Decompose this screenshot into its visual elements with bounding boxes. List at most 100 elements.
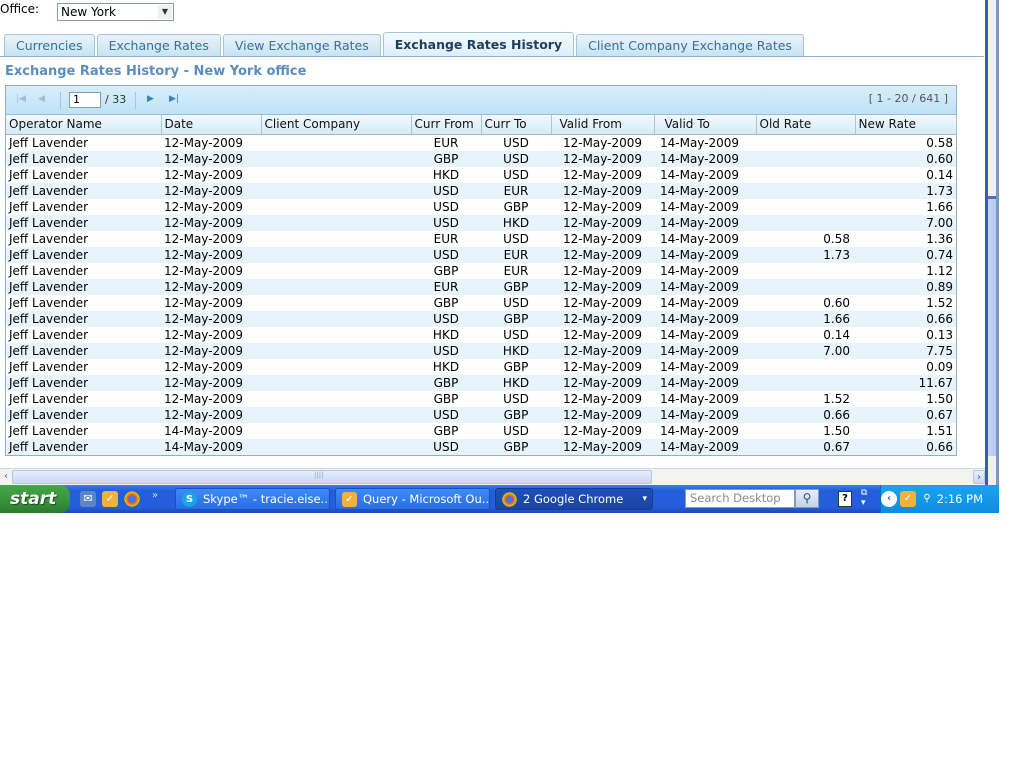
cell-date: 12-May-2009 bbox=[161, 214, 261, 231]
taskbar-button-chrome[interactable]: 2 Google Chrome ▾ bbox=[495, 488, 653, 510]
cell-date: 12-May-2009 bbox=[161, 182, 261, 199]
cell-valid-to: 14-May-2009 bbox=[654, 150, 756, 167]
vertical-scrollbar[interactable] bbox=[985, 0, 999, 485]
search-icon[interactable]: ⚲ bbox=[795, 489, 819, 508]
outlook-express-icon[interactable]: ✉ bbox=[80, 491, 96, 507]
table-row[interactable]: Jeff Lavender 12-May-2009 EUR USD 12-May-200… bbox=[6, 134, 956, 151]
tab-view-exchange-rates[interactable]: View Exchange Rates bbox=[222, 34, 381, 56]
prev-page-icon[interactable]: ◀ bbox=[38, 94, 45, 104]
cell-new-rate: 0.14 bbox=[926, 167, 953, 182]
table-row[interactable]: Jeff Lavender 14-May-2009 GBP USD 12-May-200… bbox=[6, 423, 956, 439]
table-row[interactable]: Jeff Lavender 12-May-2009 GBP USD 12-May-200… bbox=[6, 391, 956, 407]
header-row: Operator Name Date Client Company Curr F… bbox=[6, 115, 957, 135]
tab-bar: Currencies Exchange Rates View Exchange … bbox=[4, 32, 806, 57]
cell-curr-to: USD bbox=[503, 391, 529, 406]
table-row[interactable]: Jeff Lavender 12-May-2009 USD HKD 12-May-200… bbox=[6, 214, 956, 231]
table-row[interactable]: Jeff Lavender 12-May-2009 USD EUR 12-May-200… bbox=[6, 182, 956, 199]
taskbar-button-skype[interactable]: S Skype™ - tracie.eise... bbox=[175, 488, 330, 510]
cell-new-rate: 0.60 bbox=[855, 150, 956, 167]
table-row[interactable]: Jeff Lavender 12-May-2009 EUR GBP 12-May-200… bbox=[6, 278, 956, 295]
cell-client-company bbox=[261, 374, 411, 391]
scroll-right-icon[interactable]: › bbox=[973, 470, 985, 484]
col-curr-to[interactable]: Curr To bbox=[481, 115, 552, 135]
horizontal-scroll-thumb[interactable] bbox=[12, 470, 652, 484]
cell-valid-to: 14-May-2009 bbox=[660, 391, 740, 406]
cell-operator-name: Jeff Lavender bbox=[6, 246, 161, 263]
cell-date: 12-May-2009 bbox=[161, 342, 261, 359]
restore-windows-icon[interactable]: ⧉ ▾ bbox=[861, 488, 867, 508]
tab-exchange-rates-history[interactable]: Exchange Rates History bbox=[382, 32, 575, 56]
horizontal-scrollbar[interactable]: ‹ |||| › bbox=[0, 468, 985, 485]
cell-old-rate: 1.50 bbox=[823, 423, 850, 438]
cell-curr-from: USD bbox=[411, 310, 481, 327]
scroll-left-icon[interactable]: ‹ bbox=[0, 470, 12, 484]
cell-client-company bbox=[261, 182, 411, 199]
tab-exchange-rates[interactable]: Exchange Rates bbox=[96, 34, 221, 56]
col-old-rate[interactable]: Old Rate bbox=[756, 115, 856, 135]
table-row[interactable]: Jeff Lavender 12-May-2009 HKD USD 12-May-200… bbox=[6, 327, 956, 343]
chevron-down-icon[interactable]: ▾ bbox=[642, 489, 647, 509]
cell-old-rate bbox=[756, 263, 855, 279]
cell-curr-to: USD bbox=[503, 295, 529, 310]
page-total: / 33 bbox=[105, 93, 127, 106]
chevron-down-icon[interactable]: ▼ bbox=[158, 5, 172, 19]
cell-operator-name: Jeff Lavender bbox=[9, 231, 89, 246]
first-page-icon[interactable]: |◀ bbox=[16, 94, 26, 104]
taskbar-button-label: 2 Google Chrome bbox=[523, 492, 624, 506]
col-operator-name[interactable]: Operator Name bbox=[6, 115, 162, 135]
cell-date: 14-May-2009 bbox=[164, 423, 244, 438]
col-client-company[interactable]: Client Company bbox=[261, 115, 412, 135]
cell-new-rate: 7.00 bbox=[855, 214, 956, 231]
pager: |◀ ◀ 1 / 33 ▶ ▶| [ 1 - 20 / 641 ] bbox=[6, 86, 956, 115]
cell-valid-to: 14-May-2009 bbox=[654, 374, 756, 391]
office-select-value: New York bbox=[61, 5, 116, 19]
cell-operator-name: Jeff Lavender bbox=[6, 150, 161, 167]
cell-valid-to: 14-May-2009 bbox=[660, 199, 740, 214]
col-curr-from[interactable]: Curr From bbox=[411, 115, 482, 135]
outlook-tray-icon[interactable]: ✓ bbox=[900, 491, 916, 507]
cell-valid-from: 12-May-2009 bbox=[551, 246, 654, 263]
table-row[interactable]: Jeff Lavender 12-May-2009 HKD GBP 12-May-200… bbox=[6, 359, 956, 375]
table-row[interactable]: Jeff Lavender 12-May-2009 GBP USD 12-May-200… bbox=[6, 295, 956, 311]
start-button[interactable]: start bbox=[0, 485, 70, 513]
table-row[interactable]: Jeff Lavender 12-May-2009 HKD USD 12-May-200… bbox=[6, 167, 956, 183]
tab-currencies[interactable]: Currencies bbox=[4, 34, 95, 56]
cell-client-company bbox=[261, 246, 411, 263]
col-new-rate[interactable]: New Rate bbox=[855, 115, 957, 135]
cell-date: 12-May-2009 bbox=[164, 167, 244, 182]
table-row[interactable]: Jeff Lavender 12-May-2009 USD GBP 12-May-200… bbox=[6, 406, 956, 423]
table-row[interactable]: Jeff Lavender 12-May-2009 EUR USD 12-May-200… bbox=[6, 231, 956, 247]
table-row[interactable]: Jeff Lavender 12-May-2009 USD GBP 12-May-200… bbox=[6, 310, 956, 327]
cell-date: 12-May-2009 bbox=[164, 231, 244, 246]
outlook-icon[interactable]: ✓ bbox=[102, 491, 118, 507]
browser-content: Office: New York ▼ Currencies Exchange R… bbox=[0, 0, 999, 485]
quick-launch: ✉ ✓ » bbox=[80, 490, 158, 507]
table-row[interactable]: Jeff Lavender 12-May-2009 USD HKD 12-May-200… bbox=[6, 342, 956, 359]
quick-launch-more-icon[interactable]: » bbox=[152, 490, 158, 501]
office-select[interactable]: New York ▼ bbox=[57, 3, 174, 21]
cell-curr-from: USD bbox=[411, 214, 481, 231]
search-tray-icon[interactable]: ⚲ bbox=[919, 491, 935, 507]
cell-curr-to: EUR bbox=[481, 246, 551, 263]
tab-client-company-exchange-rates[interactable]: Client Company Exchange Rates bbox=[576, 34, 804, 56]
cell-curr-from: GBP bbox=[433, 391, 459, 406]
table-row[interactable]: Jeff Lavender 12-May-2009 GBP HKD 12-May-200… bbox=[6, 374, 956, 391]
help-icon[interactable]: ? bbox=[838, 491, 852, 507]
search-desktop-input[interactable]: Search Desktop bbox=[685, 489, 795, 508]
table-row[interactable]: Jeff Lavender 12-May-2009 USD EUR 12-May-200… bbox=[6, 246, 956, 263]
next-page-icon[interactable]: ▶ bbox=[147, 94, 154, 104]
cell-curr-from: USD bbox=[411, 182, 481, 199]
col-valid-to[interactable]: Valid To bbox=[654, 115, 757, 135]
table-row[interactable]: Jeff Lavender 12-May-2009 GBP USD 12-May-200… bbox=[6, 150, 956, 167]
col-valid-from[interactable]: Valid From bbox=[551, 115, 655, 135]
table-row[interactable]: Jeff Lavender 12-May-2009 GBP EUR 12-May-200… bbox=[6, 263, 956, 279]
cell-client-company bbox=[261, 327, 411, 343]
table-row[interactable]: Jeff Lavender 14-May-2009 USD GBP 12-May-200… bbox=[6, 438, 956, 455]
col-date[interactable]: Date bbox=[161, 115, 262, 135]
last-page-icon[interactable]: ▶| bbox=[169, 94, 179, 104]
table-row[interactable]: Jeff Lavender 12-May-2009 USD GBP 12-May-200… bbox=[6, 199, 956, 215]
taskbar-button-outlook[interactable]: ✓ Query - Microsoft Ou... bbox=[335, 488, 490, 510]
chrome-icon[interactable] bbox=[124, 491, 140, 507]
page-number-input[interactable]: 1 bbox=[69, 92, 101, 108]
tray-collapse-icon[interactable]: ‹ bbox=[881, 491, 897, 507]
